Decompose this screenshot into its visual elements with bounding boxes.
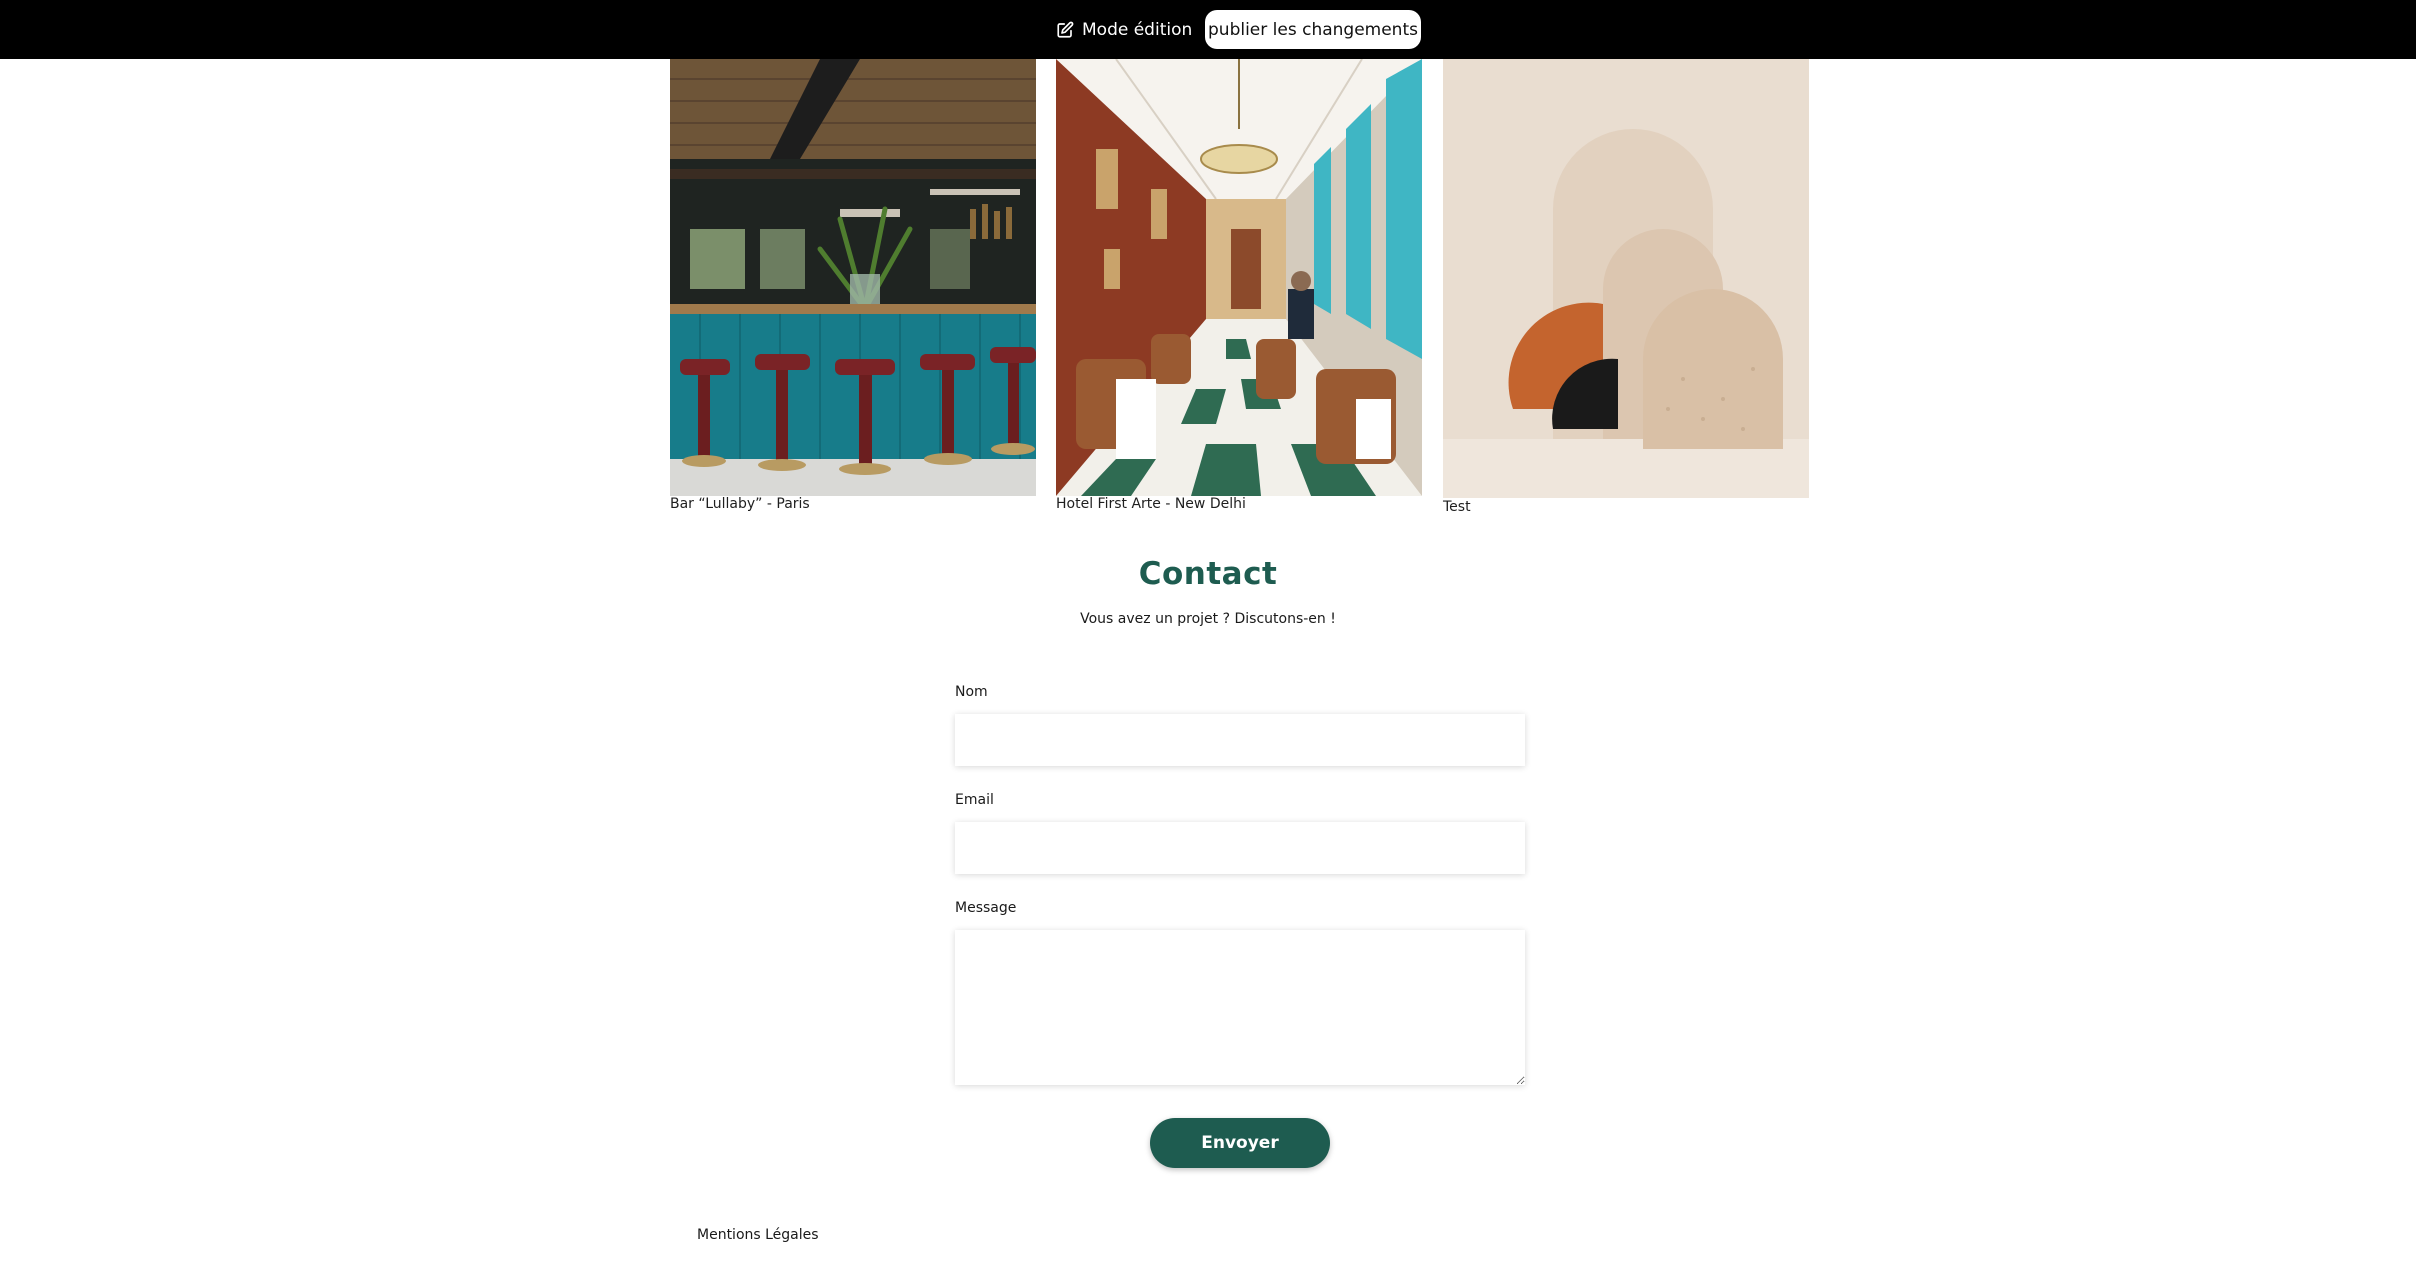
edit-mode-label: Mode édition [1082, 20, 1193, 40]
name-field[interactable] [955, 714, 1525, 766]
gallery-item-hotel-first-arte[interactable]: Hotel First Arte - New Delhi [1056, 59, 1422, 512]
name-label: Nom [955, 684, 988, 700]
message-label: Message [955, 900, 1017, 916]
message-field[interactable] [955, 930, 1525, 1085]
gallery-item-bar-lullaby[interactable]: Bar “Lullaby” - Paris [670, 59, 1036, 512]
edit-mode-toggle[interactable]: Mode édition [1056, 18, 1192, 42]
gallery-caption: Test [1443, 499, 1471, 515]
email-label: Email [955, 792, 994, 808]
hotel-first-arte-photo [1056, 59, 1422, 496]
legal-notice-link[interactable]: Mentions Légales [697, 1227, 819, 1243]
email-field[interactable] [955, 822, 1525, 874]
gallery-item-test[interactable]: Test [1443, 59, 1809, 515]
gallery-caption: Bar “Lullaby” - Paris [670, 496, 810, 512]
send-button[interactable]: Envoyer [1150, 1118, 1330, 1168]
gallery-caption: Hotel First Arte - New Delhi [1056, 496, 1246, 512]
contact-subtitle: Vous avez un projet ? Discutons-en ! [1080, 611, 1336, 627]
contact-title: Contact [1138, 556, 1278, 592]
admin-toolbar: Mode édition publier les changements [0, 0, 2416, 59]
test-photo [1443, 59, 1809, 498]
publish-changes-button[interactable]: publier les changements [1205, 10, 1421, 49]
edit-icon [1056, 21, 1074, 39]
bar-lullaby-photo [670, 59, 1036, 496]
